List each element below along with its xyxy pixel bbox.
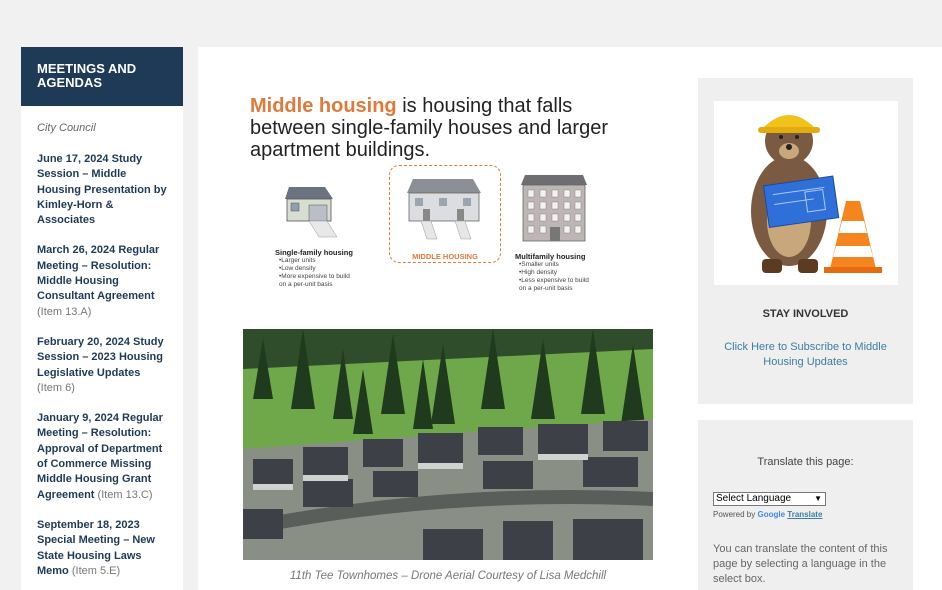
infographic-headline: Middle housing is housing that falls bet… [250, 95, 653, 161]
meeting-link[interactable]: June 17, 2024 Study Session – Middle Hou… [37, 153, 167, 226]
photo-caption: 11th Tee Townhomes – Drone Aerial Courte… [289, 570, 607, 582]
language-select-value: Select Language [716, 493, 792, 504]
powered-by-text: Powered by [713, 510, 756, 519]
bullet: •Less expensive to build [519, 277, 589, 284]
single-family-house-icon [285, 187, 338, 238]
bullet: •More expensive to build [279, 273, 350, 280]
aerial-photo-image [243, 329, 653, 560]
middle-housing-infographic: Middle housing is housing that falls bet… [243, 95, 653, 319]
multifamily-housing: Multifamily housing •Smaller units •High… [515, 171, 625, 293]
construction-bear-icon [751, 115, 882, 273]
middle-housing-icon [407, 179, 481, 240]
bullet: •Low density [279, 265, 316, 272]
single-family-bullets: •Larger units •Low density •More expensi… [275, 257, 375, 289]
middle-housing: MIDDLE HOUSING [395, 173, 495, 261]
list-item: September 18, 2023 Special Meeting – New… [37, 518, 167, 579]
google-translate-link[interactable]: Translate [787, 510, 822, 519]
sidebar-subtitle: City Council [37, 122, 96, 134]
bullet: •Larger units [279, 257, 316, 264]
translate-description: You can translate the content of this pa… [713, 543, 888, 585]
google-logo: Google [757, 510, 786, 519]
bear-mascot-image [714, 101, 898, 285]
meeting-link[interactable]: January 9, 2024 Regular Meeting – Resolu… [37, 412, 163, 500]
headline-accent: Middle housing [250, 95, 397, 117]
bullet: •Smaller units [519, 261, 559, 268]
powered-by-google: Powered by Google Translate [713, 510, 822, 519]
sidebar-title: MEETINGS AND AGENDAS [21, 47, 183, 106]
housing-types: Single-family housing •Larger units •Low… [243, 165, 653, 319]
translate-title: Translate this page: [757, 456, 854, 468]
aerial-townhomes-photo [243, 329, 653, 560]
middle-housing-label: MIDDLE HOUSING [412, 252, 478, 261]
list-item: March 26, 2024 Regular Meeting – Resolut… [37, 243, 167, 319]
translate-card: Translate this page: Select Language ▼ P… [698, 420, 913, 590]
meeting-item-number: (Item 6) [37, 381, 75, 394]
multifamily-label: Multifamily housing [515, 252, 586, 261]
multifamily-bullets: •Smaller units •High density •Less expen… [515, 261, 625, 293]
chevron-down-icon: ▼ [814, 494, 822, 503]
single-family-label: Single-family housing [275, 248, 353, 257]
meeting-item-number: (Item 13.C) [97, 488, 153, 501]
list-item: February 20, 2024 Study Session – 2023 H… [37, 335, 167, 396]
sidebar: MEETINGS AND AGENDAS City Council June 1… [21, 47, 183, 590]
bullet: on a per-unit basis [519, 285, 573, 292]
subscribe-link[interactable]: Click Here to Subscribe to Middle Housin… [712, 340, 899, 370]
single-family-housing: Single-family housing •Larger units •Low… [275, 179, 375, 289]
meeting-item-number: (Item 5.E) [71, 564, 121, 577]
list-item: January 9, 2024 Regular Meeting – Resolu… [37, 411, 167, 503]
stay-involved-title: STAY INVOLVED [762, 308, 849, 320]
bullet: on a per-unit basis [279, 281, 333, 288]
language-select[interactable]: Select Language ▼ [713, 492, 826, 506]
bullet: •High density [519, 269, 558, 276]
meeting-link[interactable]: February 20, 2024 Study Session – 2023 H… [37, 336, 164, 379]
multifamily-building-icon [521, 175, 587, 242]
stay-involved-card: STAY INVOLVED Click Here to Subscribe to… [698, 78, 913, 404]
meeting-item-number: (Item 13.A) [37, 305, 92, 318]
list-item: June 17, 2024 Study Session – Middle Hou… [37, 152, 167, 228]
meeting-link[interactable]: March 26, 2024 Regular Meeting – Resolut… [37, 244, 159, 302]
